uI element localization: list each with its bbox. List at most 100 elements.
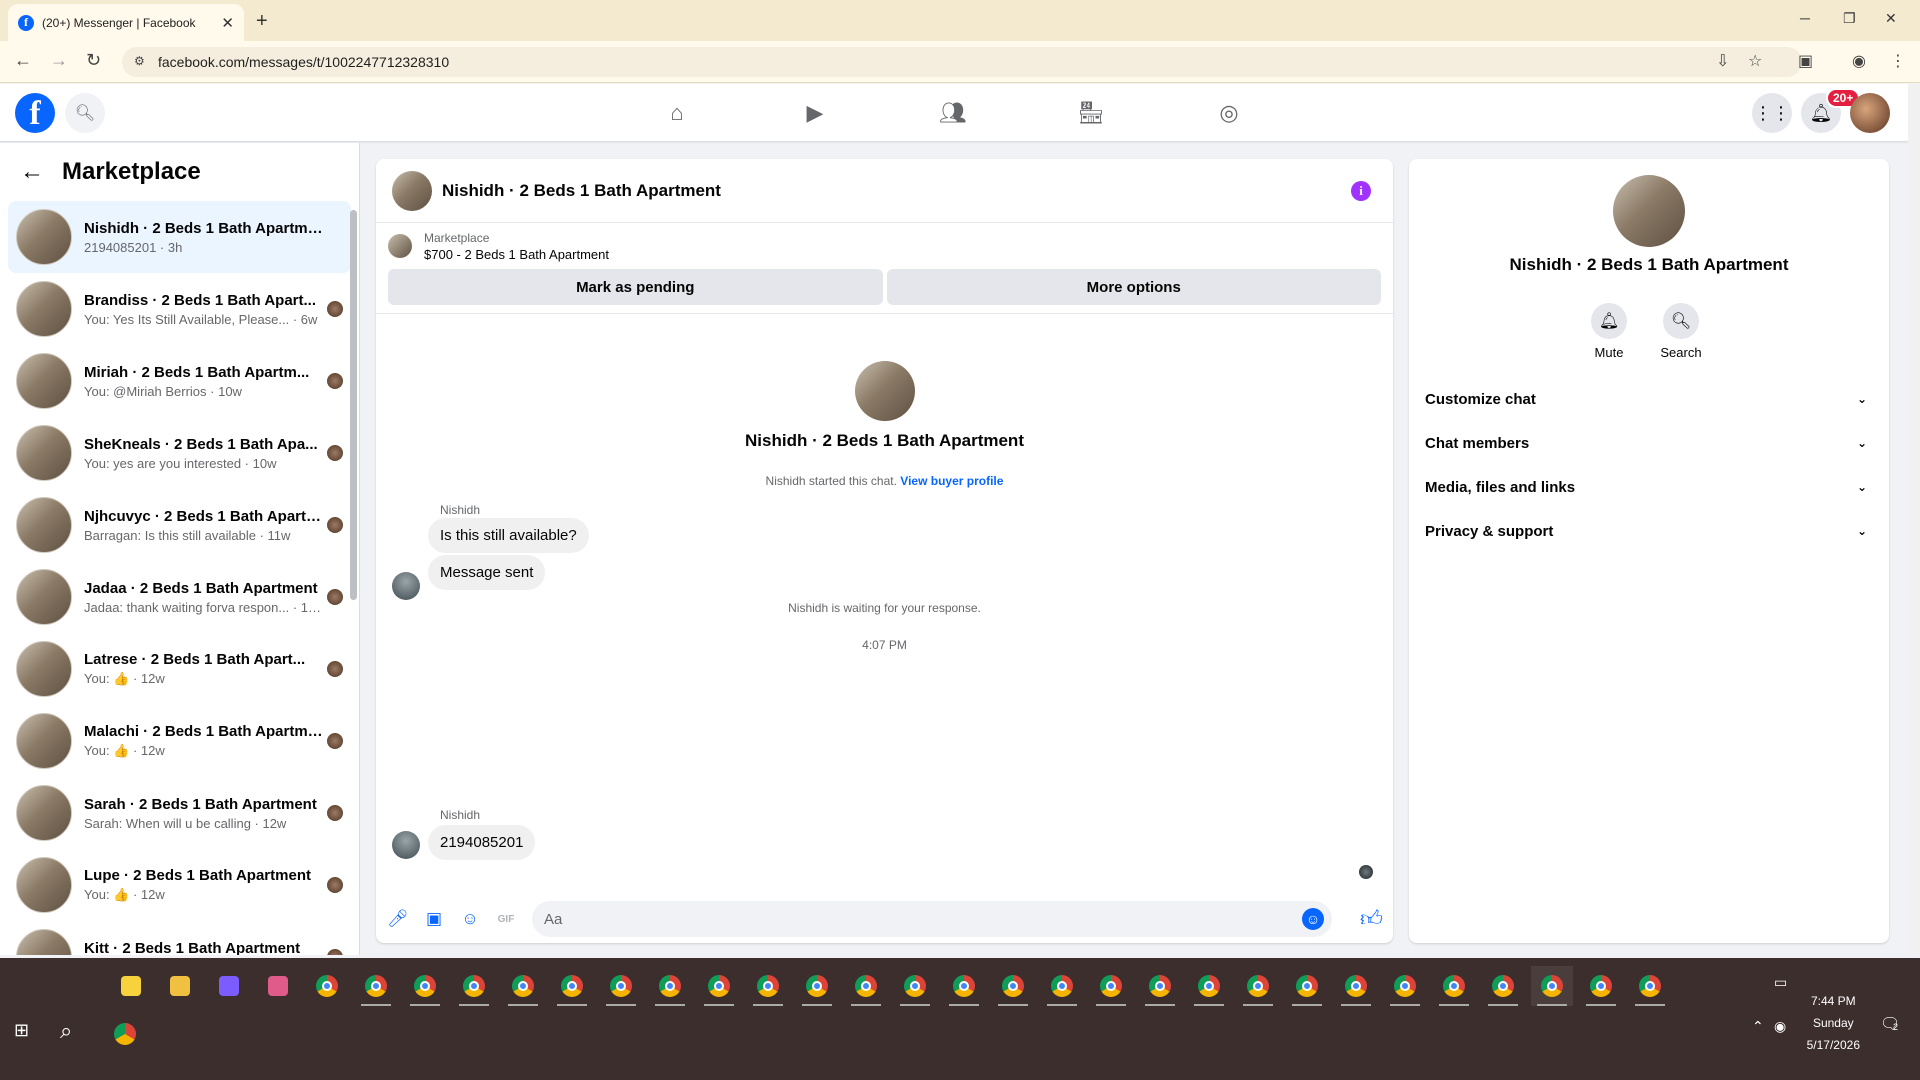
profile-icon[interactable]: ◉ [1852, 51, 1866, 71]
taskbar-chrome-window-icon[interactable] [1531, 966, 1573, 1006]
taskbar-chrome-app[interactable] [108, 1014, 142, 1054]
gif-icon[interactable]: GIF [494, 907, 518, 931]
tab-search-icon[interactable]: ▣ [1798, 51, 1813, 71]
sticker-icon[interactable]: ☺ [458, 907, 482, 931]
address-bar[interactable]: ⚙ facebook.com/messages/t/10022477123283… [122, 47, 1802, 77]
home-icon[interactable]: ⌂ [662, 98, 692, 128]
window-close-icon[interactable]: ✕ [1885, 10, 1897, 27]
photo-icon[interactable]: ▣ [422, 907, 446, 931]
taskbar-chrome-window-icon[interactable] [355, 966, 397, 1006]
taskbar-sticky-notes-icon[interactable] [110, 966, 152, 1006]
taskbar-chrome-window-icon[interactable] [1286, 966, 1328, 1006]
taskbar-chrome-window-icon[interactable] [453, 966, 495, 1006]
page-scrollbar[interactable] [1908, 84, 1920, 954]
chat-avatar[interactable] [392, 170, 432, 211]
taskbar-chrome-window-icon[interactable] [845, 966, 887, 1006]
new-tab-button[interactable]: + [256, 10, 268, 33]
marketplace-icon[interactable]: 🏪︎ [1076, 98, 1106, 128]
taskbar-chrome-window-icon[interactable] [404, 966, 446, 1006]
mute-button[interactable]: 🔔︎ Mute [1579, 303, 1639, 360]
clock[interactable]: 7:44 PM Sunday 5/17/2026 [1807, 990, 1860, 1056]
back-arrow-icon[interactable]: ← [20, 158, 44, 186]
display-icon[interactable]: ▭ [1774, 974, 1787, 991]
media-files-links-section[interactable]: Media, files and links ⌄ [1425, 469, 1873, 505]
search-icon[interactable]: 🔍︎ [65, 93, 105, 133]
sender-avatar[interactable] [392, 572, 420, 600]
menu-grid-icon[interactable]: ⋮⋮ [1752, 93, 1792, 133]
taskbar-chrome-window-icon[interactable] [1335, 966, 1377, 1006]
site-info-icon[interactable]: ⚙ [134, 54, 145, 68]
taskbar-chrome-window-icon[interactable] [1580, 966, 1622, 1006]
taskbar-chrome-window-icon[interactable] [600, 966, 642, 1006]
groups-icon[interactable]: ◎ [1214, 98, 1244, 128]
windows-start-icon[interactable]: ⊞ [14, 1020, 29, 1041]
message-input[interactable]: Aa ☺ [532, 901, 1332, 937]
conversation-item[interactable]: Latrese · 2 Beds 1 Bath Apart... You: 👍 … [8, 633, 351, 705]
more-options-button[interactable]: More options [886, 269, 1381, 305]
conversation-item[interactable]: Malachi · 2 Beds 1 Bath Apartme... You: … [8, 705, 351, 777]
minimize-icon[interactable]: ─ [1800, 10, 1810, 26]
sender-avatar[interactable] [392, 831, 420, 859]
taskbar-chrome-window-icon[interactable] [1041, 966, 1083, 1006]
conversation-item[interactable]: Sarah · 2 Beds 1 Bath Apartment Sarah: W… [8, 777, 351, 849]
conversation-item[interactable]: Jadaa · 2 Beds 1 Bath Apartment Jadaa: t… [8, 561, 351, 633]
message-bubble[interactable]: Message sent [428, 555, 546, 590]
conversation-item[interactable]: Nishidh · 2 Beds 1 Bath Apartment 219408… [8, 201, 351, 273]
conversation-item[interactable]: Lupe · 2 Beds 1 Bath Apartment You: 👍 · … [8, 849, 351, 921]
info-icon[interactable]: i [1351, 181, 1371, 201]
sidebar-scrollbar[interactable] [350, 210, 357, 600]
view-buyer-profile-link[interactable]: View buyer profile [900, 474, 1003, 488]
taskbar-chrome-window-icon[interactable] [1237, 966, 1279, 1006]
message-bubble[interactable]: Is this still available? [428, 518, 589, 553]
taskbar-chrome-window-icon[interactable] [698, 966, 740, 1006]
conversation-item[interactable]: Miriah · 2 Beds 1 Bath Apartm... You: @M… [8, 345, 351, 417]
taskbar-chrome-window-icon[interactable] [894, 966, 936, 1006]
back-icon[interactable]: ← [14, 50, 32, 71]
like-thumb-icon[interactable]: 👍︎ [1360, 905, 1383, 932]
taskbar-chrome-window-icon[interactable] [1139, 966, 1181, 1006]
video-icon[interactable]: ▶ [800, 98, 830, 128]
friends-icon[interactable]: 👥︎ [938, 98, 968, 128]
taskbar-chrome-window-icon[interactable] [943, 966, 985, 1006]
customize-chat-section[interactable]: Customize chat ⌄ [1425, 381, 1873, 417]
mark-pending-button[interactable]: Mark as pending [388, 269, 883, 305]
tray-expand-icon[interactable]: ⌃ [1752, 1018, 1764, 1035]
taskbar-copilot-icon[interactable] [208, 966, 250, 1006]
taskbar-chrome-window-icon[interactable] [1482, 966, 1524, 1006]
tab-close-icon[interactable]: ✕ [221, 14, 234, 32]
tray-chrome-icon[interactable]: ◉ [1774, 1018, 1786, 1035]
taskbar-chrome-window-icon[interactable] [796, 966, 838, 1006]
message-bubble[interactable]: 2194085201 [428, 825, 536, 860]
taskbar-paint-icon[interactable] [257, 966, 299, 1006]
taskbar-chrome-window-icon[interactable] [306, 966, 348, 1006]
taskbar-file-explorer-icon[interactable] [159, 966, 201, 1006]
taskbar-search-icon[interactable]: ⌕ [60, 1018, 72, 1044]
conversation-item[interactable]: SheKneals · 2 Beds 1 Bath Apa... You: ye… [8, 417, 351, 489]
conversation-item[interactable]: Brandiss · 2 Beds 1 Bath Apart... You: Y… [8, 273, 351, 345]
browser-tab[interactable]: f (20+) Messenger | Facebook ✕ [8, 4, 244, 41]
conversation-item[interactable]: Njhcuvyc · 2 Beds 1 Bath Apartm... Barra… [8, 489, 351, 561]
taskbar-chrome-window-icon[interactable] [1629, 966, 1671, 1006]
taskbar-chrome-window-icon[interactable] [1090, 966, 1132, 1006]
chat-members-section[interactable]: Chat members ⌄ [1425, 425, 1873, 461]
account-avatar[interactable] [1850, 93, 1890, 133]
forward-icon[interactable]: → [50, 50, 68, 71]
taskbar-chrome-window-icon[interactable] [551, 966, 593, 1006]
restore-icon[interactable]: ❐ [1843, 10, 1856, 27]
taskbar-chrome-window-icon[interactable] [649, 966, 691, 1006]
chat-title[interactable]: Nishidh · 2 Beds 1 Bath Apartment [442, 181, 721, 201]
facebook-logo-icon[interactable]: f [15, 93, 55, 133]
taskbar-chrome-window-icon[interactable] [502, 966, 544, 1006]
taskbar-chrome-window-icon[interactable] [992, 966, 1034, 1006]
install-app-icon[interactable]: ⇩ [1716, 51, 1729, 71]
emoji-icon[interactable]: ☺ [1302, 908, 1324, 930]
microphone-icon[interactable]: 🎤︎ [386, 907, 410, 931]
privacy-support-section[interactable]: Privacy & support ⌄ [1425, 513, 1873, 549]
taskbar-chrome-window-icon[interactable] [1188, 966, 1230, 1006]
taskbar-chrome-window-icon[interactable] [747, 966, 789, 1006]
reload-icon[interactable]: ↻ [86, 50, 101, 71]
listing-row[interactable]: Marketplace $700 - 2 Beds 1 Bath Apartme… [376, 223, 1393, 269]
conversation-item[interactable]: Kitt · 2 Beds 1 Bath Apartment You: yes … [8, 921, 351, 955]
search-conversation-button[interactable]: 🔍︎ Search [1651, 303, 1711, 360]
browser-menu-icon[interactable]: ⋮ [1890, 51, 1906, 71]
